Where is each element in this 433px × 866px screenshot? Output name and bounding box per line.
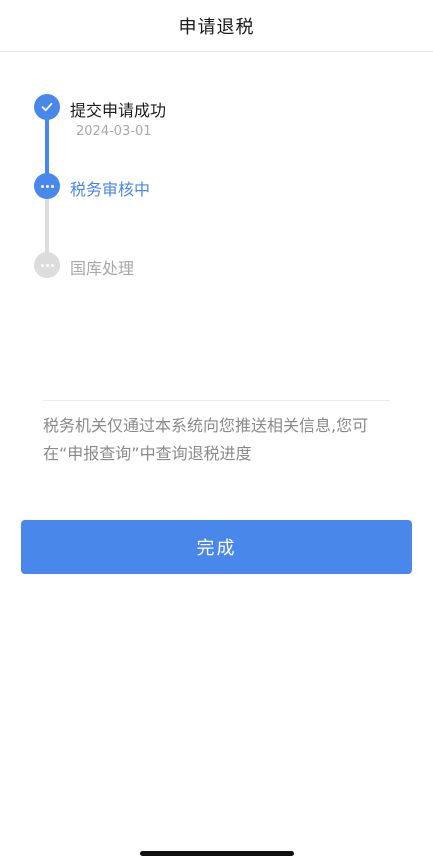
done-button[interactable]: 完成: [21, 520, 412, 574]
step-submitted-status-icon: [34, 94, 60, 120]
step-treasury-status-icon: [34, 252, 60, 278]
ellipsis-icon: [40, 263, 54, 267]
check-icon: [41, 102, 53, 112]
progress-connector-completed: [45, 116, 49, 176]
step-review-label: 税务审核中: [70, 180, 151, 199]
notice-text: 税务机关仅通过本系统向您推送相关信息,您可在“申报查询”中查询退税进度: [43, 416, 369, 463]
step-submitted-label: 提交申请成功: [70, 101, 167, 120]
step-treasury-label: 国库处理: [70, 259, 135, 278]
progress-connector-pending: [45, 196, 49, 254]
home-indicator[interactable]: [140, 851, 294, 856]
ellipsis-icon: [40, 184, 54, 188]
refund-progress-timeline: 提交申请成功 2024-03-01 税务审核中 国库处理: [0, 0, 433, 300]
step-review-status-icon: [34, 173, 60, 199]
step-submitted-date: 2024-03-01: [76, 124, 152, 139]
divider: [43, 400, 390, 401]
